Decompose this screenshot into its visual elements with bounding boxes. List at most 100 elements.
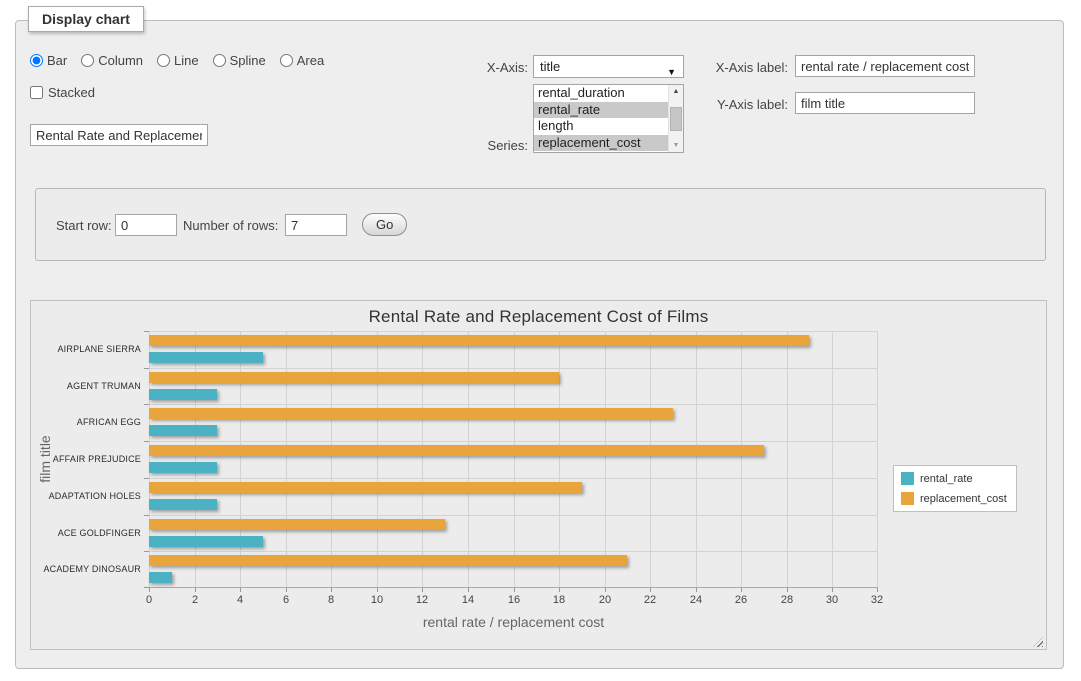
- chart-container: Rental Rate and Replacement Cost of Film…: [30, 300, 1047, 650]
- start-row-label: Start row:: [56, 218, 112, 233]
- x-axis-tick-label: 18: [544, 594, 574, 606]
- y-axis-tick: [144, 404, 149, 405]
- resize-handle-icon[interactable]: [1033, 637, 1043, 647]
- x-axis-select[interactable]: title ▼: [533, 55, 684, 78]
- gridline-x-6: [286, 331, 287, 588]
- num-rows-label: Number of rows:: [183, 218, 278, 233]
- x-axis-tick-label: 4: [225, 594, 255, 606]
- fieldset-legend: Display chart: [28, 6, 144, 32]
- stacked-checkbox[interactable]: [30, 86, 43, 99]
- gridline-x-14: [468, 331, 469, 588]
- x-axis-label-label: X-Axis label:: [700, 60, 788, 75]
- bar-replacement_cost[interactable]: [149, 519, 445, 530]
- y-axis-tick: [144, 368, 149, 369]
- chart-type-option-area[interactable]: Area: [280, 53, 324, 68]
- bar-rental_rate[interactable]: [149, 389, 217, 400]
- num-rows-input[interactable]: [285, 214, 347, 236]
- chart-title-input[interactable]: [30, 124, 208, 146]
- display-chart-fieldset: Display chart BarColumnLineSplineArea St…: [15, 20, 1064, 669]
- x-axis-tick: [286, 588, 287, 592]
- x-axis-tick-label: 20: [590, 594, 620, 606]
- category-label: ADAPTATION HOLES: [37, 478, 141, 515]
- x-axis-tick-label: 16: [499, 594, 529, 606]
- gridline-x-32: [877, 331, 878, 588]
- x-axis-tick-label: 0: [134, 594, 164, 606]
- scrollbar-up-icon[interactable]: ▲: [669, 85, 683, 98]
- bar-rental_rate[interactable]: [149, 536, 263, 547]
- bar-rental_rate[interactable]: [149, 425, 217, 436]
- gridline-y: [149, 551, 878, 552]
- x-axis-tick: [696, 588, 697, 592]
- bar-replacement_cost[interactable]: [149, 445, 764, 456]
- chart-type-radio-line[interactable]: [157, 54, 170, 67]
- chart-type-option-line[interactable]: Line: [157, 53, 199, 68]
- x-axis-selected-value: title: [540, 59, 560, 74]
- chart-type-radio-area[interactable]: [280, 54, 293, 67]
- x-axis-tick-label: 32: [862, 594, 892, 606]
- x-axis-tick-label: 6: [271, 594, 301, 606]
- series-option-length[interactable]: length: [534, 118, 683, 135]
- x-axis-tick: [650, 588, 651, 592]
- x-axis-tick: [787, 588, 788, 592]
- y-axis-tick: [144, 515, 149, 516]
- x-axis-tick-label: 12: [407, 594, 437, 606]
- bar-replacement_cost[interactable]: [149, 555, 627, 566]
- bar-rental_rate[interactable]: [149, 499, 217, 510]
- legend-item-replacement_cost[interactable]: replacement_cost: [901, 492, 1007, 505]
- gridline-x-24: [696, 331, 697, 588]
- y-axis-title: film title: [37, 435, 53, 482]
- chart-type-option-bar[interactable]: Bar: [30, 53, 67, 68]
- x-axis-tick-label: 24: [681, 594, 711, 606]
- x-axis-tick-label: 8: [316, 594, 346, 606]
- x-axis-tick: [877, 588, 878, 592]
- legend-item-rental_rate[interactable]: rental_rate: [901, 472, 1007, 485]
- series-options: rental_durationrental_ratelengthreplacem…: [534, 85, 683, 151]
- category-label: AIRPLANE SIERRA: [37, 331, 141, 368]
- legend-label: rental_rate: [920, 473, 973, 485]
- series-option-rental_duration[interactable]: rental_duration: [534, 85, 683, 102]
- bar-rental_rate[interactable]: [149, 572, 172, 583]
- gridline-x-22: [650, 331, 651, 588]
- bar-replacement_cost[interactable]: [149, 335, 809, 346]
- go-button[interactable]: Go: [362, 213, 407, 236]
- y-axis-tick: [144, 331, 149, 332]
- bar-rental_rate[interactable]: [149, 352, 263, 363]
- x-axis-title: rental rate / replacement cost: [149, 614, 878, 630]
- category-label: AGENT TRUMAN: [37, 368, 141, 405]
- chart-type-option-spline[interactable]: Spline: [213, 53, 266, 68]
- gridline-x-30: [832, 331, 833, 588]
- scrollbar-down-icon[interactable]: ▼: [669, 139, 683, 152]
- start-row-input[interactable]: [115, 214, 177, 236]
- chart-type-radio-column[interactable]: [81, 54, 94, 67]
- bar-replacement_cost[interactable]: [149, 372, 559, 383]
- x-axis-tick-label: 14: [453, 594, 483, 606]
- chart-type-radio-spline[interactable]: [213, 54, 226, 67]
- series-label: Series:: [440, 138, 528, 153]
- chart-type-label: Bar: [47, 53, 67, 68]
- y-axis-tick: [144, 478, 149, 479]
- x-axis-tick: [422, 588, 423, 592]
- bar-replacement_cost[interactable]: [149, 482, 582, 493]
- series-option-rental_rate[interactable]: rental_rate: [534, 102, 683, 119]
- x-axis-tick: [195, 588, 196, 592]
- series-option-replacement_cost[interactable]: replacement_cost: [534, 135, 683, 152]
- series-listbox[interactable]: rental_durationrental_ratelengthreplacem…: [533, 84, 684, 153]
- gridline-x-2: [195, 331, 196, 588]
- y-axis-label-input[interactable]: [795, 92, 975, 114]
- chart-type-option-column[interactable]: Column: [81, 53, 143, 68]
- gridline-y: [149, 441, 878, 442]
- gridline-y: [149, 404, 878, 405]
- chart-type-radio-bar[interactable]: [30, 54, 43, 67]
- x-axis-tick: [468, 588, 469, 592]
- series-scrollbar[interactable]: ▲ ▼: [668, 85, 683, 152]
- y-axis-tick: [144, 551, 149, 552]
- gridline-x-8: [331, 331, 332, 588]
- scrollbar-thumb[interactable]: [670, 107, 682, 131]
- gridline-x-12: [422, 331, 423, 588]
- x-axis-label-input[interactable]: [795, 55, 975, 77]
- y-axis-label-label: Y-Axis label:: [700, 97, 788, 112]
- chart-title: Rental Rate and Replacement Cost of Film…: [31, 307, 1046, 327]
- bar-replacement_cost[interactable]: [149, 408, 673, 419]
- bar-rental_rate[interactable]: [149, 462, 217, 473]
- x-axis-tick: [741, 588, 742, 592]
